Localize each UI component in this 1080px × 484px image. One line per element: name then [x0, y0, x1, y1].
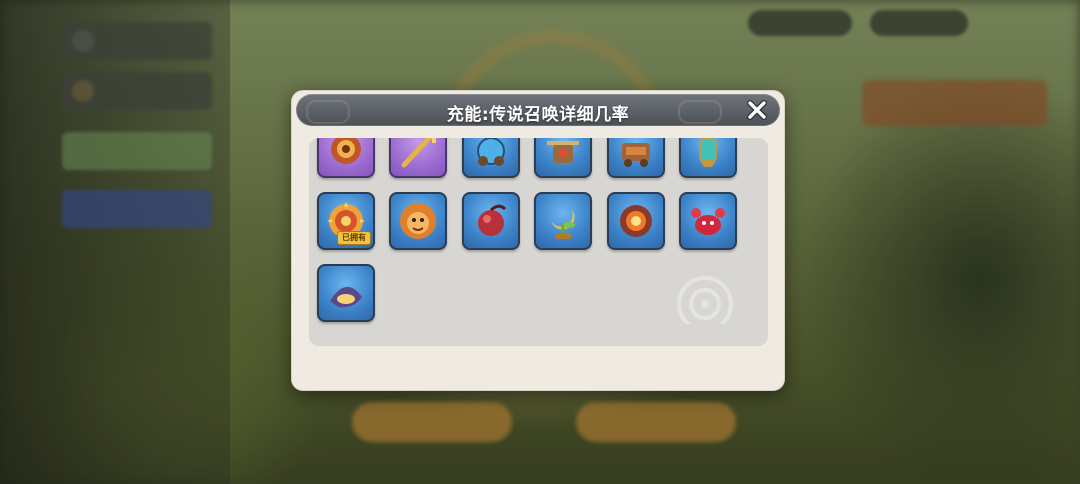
item-grid[interactable]: 已拥有	[309, 138, 768, 346]
blue-cannon-icon	[477, 138, 505, 166]
sun-emblem-icon	[331, 138, 361, 164]
purple-shell-icon	[330, 286, 362, 308]
wooden-siege-cart-icon	[622, 143, 650, 167]
red-orb-seed-icon	[478, 204, 507, 236]
summon-rates-dialog: 充能:传说召唤详细几率 已拥有	[291, 90, 785, 391]
item-tile[interactable]	[679, 192, 737, 250]
dialog-title: 充能:传说召唤详细几率	[446, 105, 630, 125]
item-tile[interactable]	[317, 138, 375, 178]
lion-mane-beast-icon	[400, 203, 436, 239]
item-tile[interactable]	[607, 192, 665, 250]
golden-trident-icon	[401, 138, 436, 168]
crossbow-turret-icon	[547, 141, 579, 163]
item-tile[interactable]	[607, 138, 665, 178]
item-tile[interactable]	[462, 138, 520, 178]
fiery-flower-icon	[620, 205, 652, 237]
item-tile[interactable]: 已拥有	[317, 192, 375, 250]
red-crab-creature-icon	[691, 208, 725, 235]
item-tile[interactable]	[679, 138, 737, 178]
panel-decoration	[677, 276, 733, 324]
item-tile[interactable]	[389, 192, 447, 250]
close-icon	[747, 100, 767, 120]
item-tile[interactable]	[317, 264, 375, 322]
item-tile[interactable]	[534, 192, 592, 250]
item-tile[interactable]	[462, 192, 520, 250]
owned-badge: 已拥有	[337, 231, 371, 245]
item-tile[interactable]	[389, 138, 447, 178]
golden-crescent-plant-icon	[551, 209, 575, 239]
dialog-titlebar: 充能:传说召唤详细几率	[296, 94, 780, 126]
item-tile[interactable]	[534, 138, 592, 178]
teal-lantern-icon	[699, 138, 717, 167]
close-button[interactable]	[746, 99, 768, 121]
